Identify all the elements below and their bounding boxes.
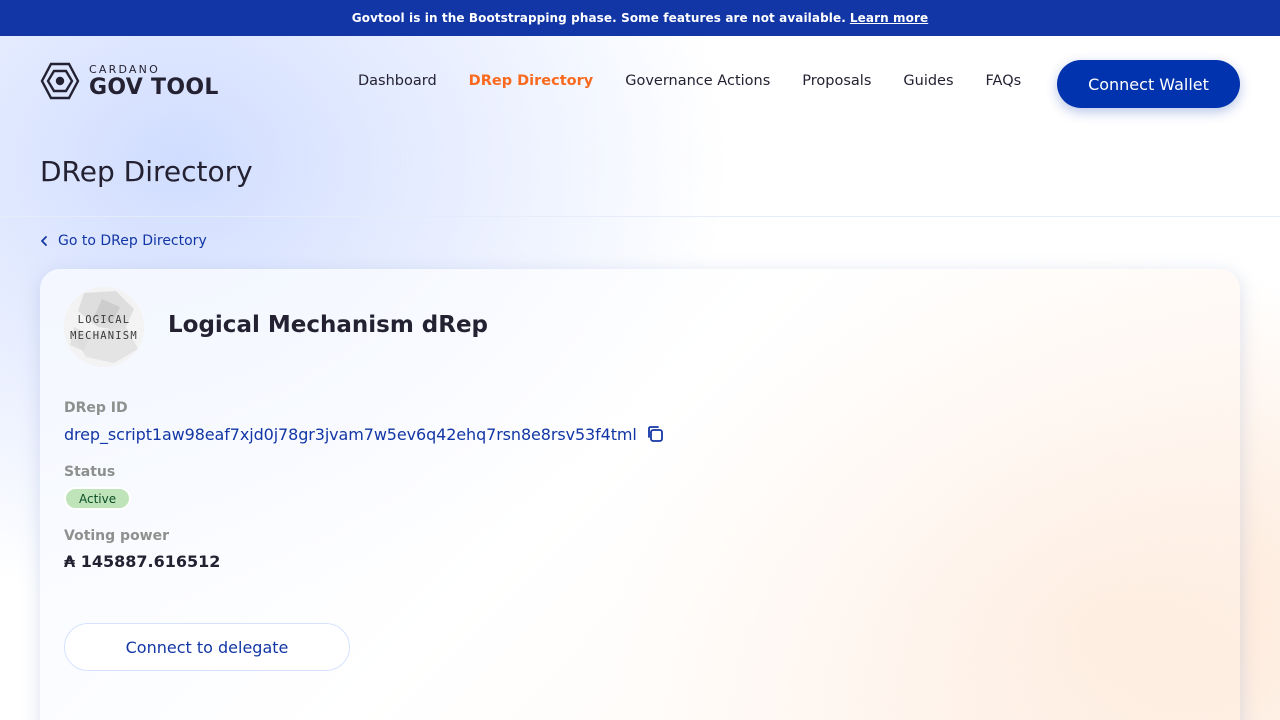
drep-name: Logical Mechanism dRep — [168, 312, 489, 338]
nav-drep-directory[interactable]: DRep Directory — [469, 73, 594, 89]
drep-avatar: LOGICAL MECHANISM — [64, 287, 144, 367]
drep-avatar-image: LOGICAL MECHANISM — [64, 287, 144, 367]
connect-wallet-button[interactable]: Connect Wallet — [1057, 60, 1240, 108]
drep-id-label: DRep ID — [64, 400, 128, 416]
status-badge: Active — [64, 487, 132, 510]
bootstrapping-banner: Govtool is in the Bootstrapping phase. S… — [0, 0, 1280, 36]
drep-id-value: drep_script1aw98eaf7xjd0j78gr3jvam7w5ev6… — [64, 424, 637, 444]
voting-power-value: ₳ 145887.616512 — [64, 552, 221, 571]
header-divider — [0, 216, 1280, 217]
drep-id-row: drep_script1aw98eaf7xjd0j78gr3jvam7w5ev6… — [64, 424, 665, 444]
status-label: Status — [64, 464, 116, 480]
nav-faqs[interactable]: FAQs — [986, 73, 1022, 89]
avatar-text-line2: MECHANISM — [70, 330, 138, 342]
avatar-text-line1: LOGICAL — [78, 314, 131, 326]
logo-small-text: CARDANO — [89, 62, 160, 76]
voting-power-label: Voting power — [64, 528, 170, 544]
header: CARDANO GOV TOOL Dashboard DRep Director… — [0, 36, 1280, 130]
back-link-label: Go to DRep Directory — [58, 233, 207, 249]
copy-icon[interactable] — [645, 424, 665, 444]
learn-more-link[interactable]: Learn more — [850, 11, 928, 25]
logo-big-text: GOV TOOL — [89, 74, 219, 100]
page-title: DRep Directory — [40, 155, 253, 188]
govtool-logo[interactable]: CARDANO GOV TOOL — [40, 62, 219, 100]
chevron-left-icon — [41, 236, 47, 246]
nav-guides[interactable]: Guides — [903, 73, 953, 89]
drep-details-card: LOGICAL MECHANISM Logical Mechanism dRep… — [40, 269, 1240, 720]
banner-message: Govtool is in the Bootstrapping phase. S… — [351, 11, 846, 25]
main-nav: Dashboard DRep Directory Governance Acti… — [358, 73, 1053, 89]
connect-to-delegate-button[interactable]: Connect to delegate — [64, 623, 350, 671]
back-to-directory-link[interactable]: Go to DRep Directory — [38, 233, 207, 249]
nav-governance-actions[interactable]: Governance Actions — [625, 73, 770, 89]
nav-dashboard[interactable]: Dashboard — [358, 73, 437, 89]
cardano-govtool-logo-icon — [40, 62, 80, 100]
nav-proposals[interactable]: Proposals — [802, 73, 871, 89]
